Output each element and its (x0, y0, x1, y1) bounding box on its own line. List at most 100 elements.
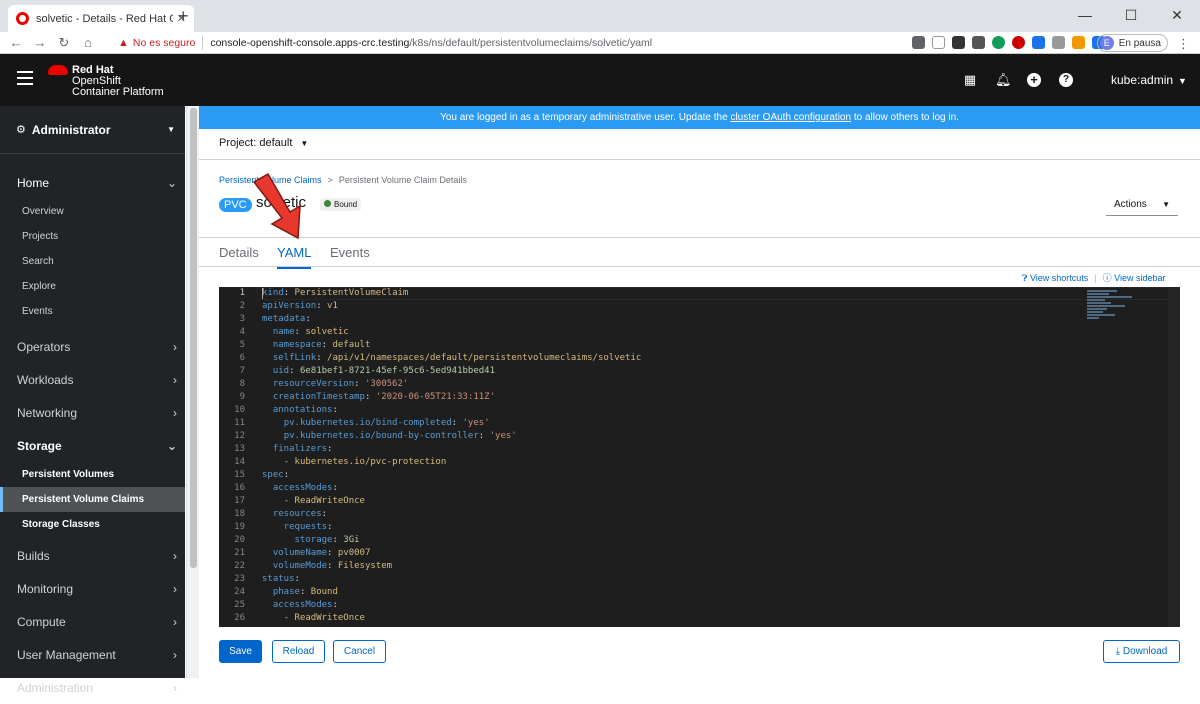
extension-icon[interactable] (972, 36, 985, 49)
sidebar-section-compute[interactable]: Compute › (0, 605, 185, 638)
add-icon[interactable]: + (1027, 73, 1041, 87)
yaml-line[interactable]: resources: (262, 508, 327, 521)
sidebar-scrollbar[interactable] (186, 106, 199, 678)
forward-icon[interactable]: → (28, 35, 52, 50)
download-button[interactable]: ⤓ Download (1103, 640, 1180, 663)
yaml-line[interactable]: - ReadWriteOnce (262, 495, 365, 508)
yaml-line[interactable]: spec: (262, 469, 289, 482)
notifications-bell-icon[interactable]: 🔔︎ (995, 73, 1012, 87)
line-number: 20 (234, 535, 245, 545)
sidebar-section-home[interactable]: Home ⌄ (0, 166, 185, 199)
extension-icon[interactable] (992, 36, 1005, 49)
info-circle-icon: ⓘ (1102, 273, 1112, 283)
perspective-switcher[interactable]: ⚙ Administrator ▼ (0, 106, 185, 154)
minimize-icon[interactable]: — (1062, 4, 1108, 26)
sidebar-item-explore[interactable]: Explore (0, 274, 185, 299)
home-icon[interactable]: ⌂ (76, 35, 100, 50)
user-menu[interactable]: kube:admin ▼ (1111, 73, 1187, 87)
translate-icon[interactable] (912, 36, 925, 49)
yaml-line[interactable]: phase: Bound (262, 586, 338, 599)
yaml-line[interactable]: accessModes: (262, 482, 338, 495)
editor-minimap[interactable] (1087, 290, 1142, 330)
actions-dropdown[interactable]: Actions ▼ (1106, 194, 1178, 216)
yaml-editor[interactable]: 1 2 3 4 5 6 7 8 9 10 11 12 13 14 15 16 17 18 19 20 21 22 23 24 2… (219, 287, 1180, 627)
yaml-line[interactable]: pv.kubernetes.io/bound-by-controller: 'y… (262, 430, 517, 443)
yaml-line[interactable]: annotations: (262, 404, 338, 417)
sidebar-section-storage[interactable]: Storage ⌄ (0, 429, 185, 462)
sidebar-section-monitoring[interactable]: Monitoring › (0, 572, 185, 605)
profile-button[interactable]: E En pausa (1096, 34, 1168, 52)
sidebar-item-search[interactable]: Search (0, 249, 185, 274)
chevron-down-icon: ⌄ (166, 438, 177, 453)
sidebar-section-workloads[interactable]: Workloads › (0, 363, 185, 396)
sidebar-item-persistent-volumes[interactable]: Persistent Volumes (0, 462, 185, 487)
extension-icon[interactable] (1012, 36, 1025, 49)
toolbar-divider: | (1094, 273, 1097, 283)
line-number: 19 (234, 522, 245, 532)
cancel-button[interactable]: Cancel (333, 640, 386, 663)
oauth-config-link[interactable]: cluster OAuth configuration (730, 112, 851, 123)
extension-icon[interactable] (1052, 36, 1065, 49)
scrollbar-thumb[interactable] (190, 108, 197, 568)
sidebar-section-administration[interactable]: Administration › (0, 671, 185, 704)
yaml-line[interactable]: - kubernetes.io/pvc-protection (262, 456, 447, 469)
save-button[interactable]: Save (219, 640, 262, 663)
sidebar-item-persistent-volume-claims[interactable]: Persistent Volume Claims (0, 487, 185, 512)
yaml-line[interactable]: selfLink: /api/v1/namespaces/default/per… (262, 352, 641, 365)
browser-tab[interactable]: solvetic - Details - Red Hat OpenS ✕ (8, 5, 194, 32)
yaml-line[interactable]: namespace: default (262, 339, 371, 352)
line-number: 25 (234, 600, 245, 610)
back-icon[interactable]: ← (4, 35, 28, 50)
sidebar-item-projects[interactable]: Projects (0, 224, 185, 249)
sidebar-section-builds[interactable]: Builds › (0, 539, 185, 572)
yaml-line[interactable]: kind: PersistentVolumeClaim (262, 287, 408, 300)
view-sidebar-link[interactable]: ⓘ View sidebar (1103, 273, 1166, 283)
hamburger-menu-icon[interactable] (17, 71, 33, 85)
url-field[interactable]: console-openshift-console.apps-crc.testi… (210, 37, 652, 49)
tab-yaml[interactable]: YAML (277, 245, 312, 269)
sidebar-item-storage-classes[interactable]: Storage Classes (0, 512, 185, 537)
editor-scrollbar[interactable] (1168, 287, 1180, 627)
yaml-line[interactable]: resourceVersion: '300562' (262, 378, 408, 391)
banner-text: You are logged in as a temporary adminis… (440, 112, 728, 123)
yaml-line[interactable]: accessModes: (262, 599, 338, 612)
sidebar-section-user-management[interactable]: User Management › (0, 638, 185, 671)
tab-details[interactable]: Details (219, 245, 259, 260)
project-selector[interactable]: Project: default ▼ (219, 137, 308, 149)
banner-text-end: to allow others to log in. (853, 112, 959, 123)
close-window-icon[interactable]: ✕ (1154, 4, 1200, 26)
yaml-line[interactable]: name: solvetic (262, 326, 349, 339)
yaml-line[interactable]: status: (262, 573, 300, 586)
help-icon[interactable]: ? (1059, 73, 1073, 87)
reload-page-icon[interactable]: ↻ (52, 35, 76, 51)
app-launcher-icon[interactable]: ▦ (963, 73, 977, 87)
reload-button[interactable]: Reload (272, 640, 325, 663)
maximize-icon[interactable]: ☐ (1108, 4, 1154, 26)
extension-icon[interactable] (1032, 36, 1045, 49)
browser-menu-icon[interactable]: ⋮ (1177, 36, 1190, 52)
address-bar: ← → ↻ ⌂ ▲ No es seguro console-openshift-… (0, 32, 1200, 54)
new-tab-icon[interactable]: + (178, 6, 189, 27)
yaml-line[interactable]: uid: 6e81bef1-8721-45ef-95c6-5ed941bbed4… (262, 365, 495, 378)
sidebar-item-events[interactable]: Events (0, 299, 185, 324)
sidebar-section-networking[interactable]: Networking › (0, 396, 185, 429)
yaml-line[interactable]: - ReadWriteOnce (262, 612, 365, 625)
extension-icon[interactable] (952, 36, 965, 49)
yaml-line[interactable]: storage: 3Gi (262, 534, 360, 547)
yaml-line[interactable]: apiVersion: v1 (262, 300, 338, 313)
bookmark-star-icon[interactable] (932, 36, 945, 49)
sidebar-item-overview[interactable]: Overview (0, 199, 185, 224)
yaml-line[interactable]: volumeMode: Filesystem (262, 560, 392, 573)
yaml-line[interactable]: requests: (262, 521, 333, 534)
security-warning[interactable]: ▲ No es seguro (118, 37, 195, 49)
yaml-line[interactable]: volumeName: pv0007 (262, 547, 371, 560)
yaml-line[interactable]: pv.kubernetes.io/bind-completed: 'yes' (262, 417, 490, 430)
yaml-line[interactable]: finalizers: (262, 443, 333, 456)
project-label: Project: default (219, 137, 293, 149)
yaml-line[interactable]: metadata: (262, 313, 311, 326)
extension-icon[interactable] (1072, 36, 1085, 49)
sidebar-section-operators[interactable]: Operators › (0, 330, 185, 363)
yaml-line[interactable]: creationTimestamp: '2020-06-05T21:33:11Z… (262, 391, 495, 404)
tab-events[interactable]: Events (330, 245, 370, 260)
view-shortcuts-link[interactable]: ❓︎ View shortcuts (1022, 273, 1088, 283)
